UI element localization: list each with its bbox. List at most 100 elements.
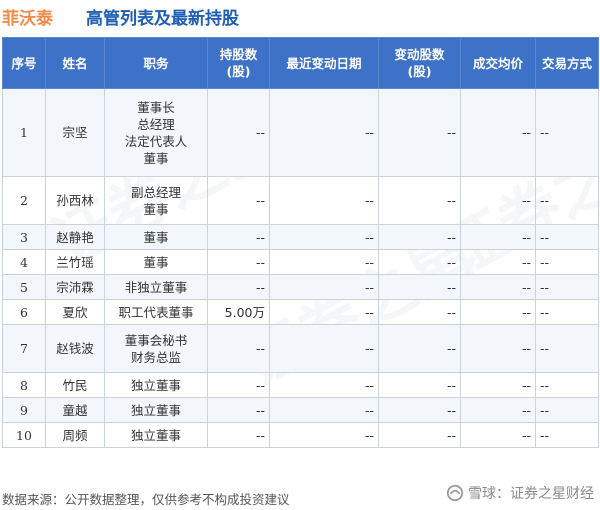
cell-trade-method: -- [535, 224, 599, 250]
column-header: 姓名 [45, 37, 105, 89]
cell-name: 赵静艳 [45, 224, 105, 250]
position-line: 独立董事 [130, 402, 181, 418]
table-row: 5 宗沛霖 非独立董事 -- -- -- -- -- [2, 274, 599, 300]
cell-change-date: -- [269, 324, 379, 373]
executive-table: 序号 姓名 职务 持股数 (股) 最近变动日期 变动股数 (股) 成交均价 交易方式 1 宗坚 董事长… [2, 37, 599, 448]
position-line: 副总经理 [130, 184, 181, 200]
cell-change-date: -- [269, 274, 379, 300]
cell-trade-method: -- [535, 176, 599, 225]
cell-change-shares: -- [378, 422, 461, 448]
cell-change-shares: -- [378, 274, 461, 300]
cell-trade-method: -- [535, 249, 599, 275]
position-line: 非独立董事 [124, 279, 188, 295]
cell-index: 8 [2, 372, 46, 398]
cell-name: 周频 [45, 422, 105, 448]
cell-change-shares: -- [378, 88, 461, 177]
cell-change-date: -- [269, 249, 379, 275]
company-name: 菲沃泰 [2, 9, 53, 29]
position-line: 董事 [143, 150, 169, 166]
cell-shares: -- [207, 397, 270, 423]
position-line: 职工代表董事 [118, 304, 194, 320]
table-row: 3 赵静艳 董事 -- -- -- -- -- [2, 224, 599, 250]
cell-positions: 独立董事 [104, 397, 208, 423]
cell-index: 6 [2, 299, 46, 325]
cell-shares: 5.00万 [207, 299, 270, 325]
cell-name: 竹民 [45, 372, 105, 398]
cell-shares: -- [207, 274, 270, 300]
cell-positions: 非独立董事 [104, 274, 208, 300]
cell-name: 童越 [45, 397, 105, 423]
cell-trade-method: -- [535, 422, 599, 448]
cell-shares: -- [207, 372, 270, 398]
cell-positions: 独立董事 [104, 422, 208, 448]
cell-name: 孙西林 [45, 176, 105, 225]
cell-index: 10 [2, 422, 46, 448]
cell-shares: -- [207, 324, 270, 373]
cell-index: 5 [2, 274, 46, 300]
cell-trade-method: -- [535, 324, 599, 373]
cell-index: 9 [2, 397, 46, 423]
column-header: 职务 [104, 37, 208, 89]
table-row: 9 童越 独立董事 -- -- -- -- -- [2, 397, 599, 423]
table-row: 7 赵钱波 董事会秘书 财务总监 -- -- -- -- -- [2, 324, 599, 373]
cell-trade-method: -- [535, 372, 599, 398]
position-line: 董事长 [137, 99, 175, 115]
cell-change-shares: -- [378, 224, 461, 250]
cell-avg-price: -- [460, 324, 536, 373]
position-line: 独立董事 [130, 377, 181, 393]
cell-avg-price: -- [460, 372, 536, 398]
column-header: 变动股数 (股) [378, 37, 461, 89]
table-row: 4 兰竹瑶 董事 -- -- -- -- -- [2, 249, 599, 275]
cell-positions: 副总经理 董事 [104, 176, 208, 225]
cell-index: 4 [2, 249, 46, 275]
cell-shares: -- [207, 88, 270, 177]
cell-change-date: -- [269, 224, 379, 250]
snowball-icon [446, 484, 464, 502]
cell-avg-price: -- [460, 299, 536, 325]
column-header: 序号 [2, 37, 46, 89]
cell-shares: -- [207, 176, 270, 225]
cell-name: 宗坚 [45, 88, 105, 177]
position-line: 董事 [143, 254, 169, 270]
cell-index: 7 [2, 324, 46, 373]
cell-trade-method: -- [535, 88, 599, 177]
cell-positions: 董事长 总经理 法定代表人 董事 [104, 88, 208, 177]
cell-positions: 职工代表董事 [104, 299, 208, 325]
cell-change-shares: -- [378, 372, 461, 398]
cell-change-date: -- [269, 422, 379, 448]
cell-change-date: -- [269, 299, 379, 325]
cell-avg-price: -- [460, 88, 536, 177]
title-bar: 菲沃泰 高管列表及最新持股 [0, 0, 600, 34]
cell-positions: 董事 [104, 224, 208, 250]
table-header-row: 序号 姓名 职务 持股数 (股) 最近变动日期 变动股数 (股) 成交均价 交易方式 [2, 37, 599, 89]
table-row: 2 孙西林 副总经理 董事 -- -- -- -- -- [2, 176, 599, 225]
cell-change-date: -- [269, 176, 379, 225]
cell-positions: 董事 [104, 249, 208, 275]
position-line: 独立董事 [130, 427, 181, 443]
cell-change-shares: -- [378, 249, 461, 275]
column-header: 持股数 (股) [207, 37, 270, 89]
cell-avg-price: -- [460, 422, 536, 448]
table-row: 8 竹民 独立董事 -- -- -- -- -- [2, 372, 599, 398]
cell-avg-price: -- [460, 249, 536, 275]
cell-change-date: -- [269, 397, 379, 423]
table-row: 1 宗坚 董事长 总经理 法定代表人 董事 -- -- -- -- -- [2, 88, 599, 177]
column-header: 最近变动日期 [269, 37, 379, 89]
cell-shares: -- [207, 224, 270, 250]
cell-change-shares: -- [378, 324, 461, 373]
cell-name: 兰竹瑶 [45, 249, 105, 275]
cell-avg-price: -- [460, 397, 536, 423]
cell-change-shares: -- [378, 176, 461, 225]
cell-change-shares: -- [378, 299, 461, 325]
column-header: 成交均价 [460, 37, 536, 89]
cell-avg-price: -- [460, 274, 536, 300]
cell-avg-price: -- [460, 224, 536, 250]
position-line: 财务总监 [130, 349, 181, 365]
position-line: 董事 [143, 229, 169, 245]
table-row: 6 夏欣 职工代表董事 5.00万 -- -- -- -- [2, 299, 599, 325]
cell-trade-method: -- [535, 274, 599, 300]
cell-trade-method: -- [535, 299, 599, 325]
cell-index: 1 [2, 88, 46, 177]
position-line: 总经理 [137, 116, 175, 132]
cell-change-shares: -- [378, 397, 461, 423]
